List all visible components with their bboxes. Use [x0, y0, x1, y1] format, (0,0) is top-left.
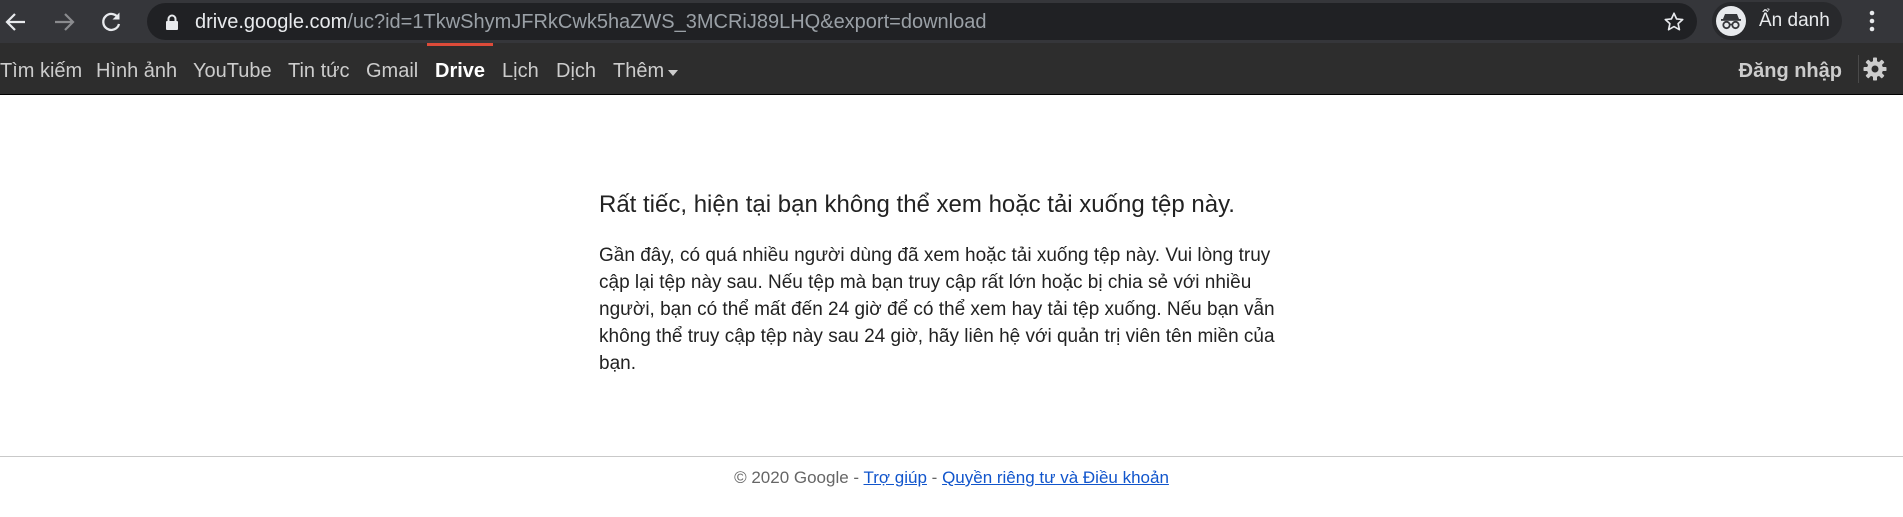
footer-privacy-link[interactable]: Quyền riêng tư và Điều khoản: [942, 468, 1169, 487]
gbar-divider: [1858, 55, 1859, 83]
lock-icon[interactable]: [165, 14, 179, 31]
gbar-link-more[interactable]: Thêm: [613, 61, 664, 81]
reload-button[interactable]: [96, 7, 126, 37]
signin-link[interactable]: Đăng nhập: [1739, 61, 1842, 81]
address-bar[interactable]: drive.google.com/uc?id=1TkwShymJFRkCwk5h…: [147, 3, 1697, 40]
footer-separator: -: [926, 468, 943, 487]
error-body: Gần đây, có quá nhiều người dùng đã xem …: [599, 245, 1275, 374]
caret-down-icon[interactable]: [668, 70, 678, 76]
url-path: /uc?id=1TkwShymJFRkCwk5haZWS_3MCRiJ89LHQ…: [347, 11, 987, 33]
gbar-link-news[interactable]: Tin tức: [288, 61, 350, 81]
incognito-profile-button[interactable]: Ẩn danh: [1712, 2, 1842, 40]
footer-separator: -: [848, 468, 864, 487]
active-tab-indicator: [427, 43, 493, 46]
error-title: Rất tiếc, hiện tại bạn không thể xem hoặ…: [599, 191, 1235, 218]
gbar-link-search[interactable]: Tìm kiếm: [0, 61, 82, 81]
footer-divider: [0, 456, 1903, 457]
url-text[interactable]: drive.google.com/uc?id=1TkwShymJFRkCwk5h…: [195, 12, 986, 32]
footer-copyright: © 2020 Google: [734, 468, 849, 487]
star-icon[interactable]: [1663, 11, 1685, 33]
gbar-link-drive[interactable]: Drive: [435, 61, 485, 81]
three-dots-vertical-icon[interactable]: [1862, 8, 1882, 34]
incognito-avatar: [1716, 6, 1746, 36]
forward-button[interactable]: [49, 7, 79, 37]
back-button[interactable]: [1, 7, 31, 37]
arrow-left-icon: [5, 13, 25, 31]
gbar-link-gmail[interactable]: Gmail: [366, 61, 418, 81]
incognito-icon: [1721, 14, 1741, 30]
gbar-link-images[interactable]: Hình ảnh: [96, 61, 177, 81]
browser-toolbar: drive.google.com/uc?id=1TkwShymJFRkCwk5h…: [0, 0, 1903, 43]
arrow-right-icon: [55, 13, 75, 31]
gbar-link-translate[interactable]: Dịch: [556, 61, 596, 81]
error-message: Rất tiếc, hiện tại bạn không thể xem hoặ…: [599, 190, 1299, 377]
google-bar: Tìm kiếm Hình ảnh YouTube Tin tức Gmail …: [0, 43, 1903, 95]
gbar-link-youtube[interactable]: YouTube: [193, 61, 272, 81]
footer-help-link[interactable]: Trợ giúp: [864, 468, 927, 487]
url-host: drive.google.com: [195, 11, 348, 33]
footer: © 2020 Google - Trợ giúp - Quyền riêng t…: [0, 468, 1903, 488]
reload-icon: [102, 12, 121, 32]
incognito-label: Ẩn danh: [1759, 10, 1830, 31]
gbar-link-calendar[interactable]: Lịch: [502, 61, 539, 81]
gear-icon[interactable]: [1863, 57, 1887, 81]
